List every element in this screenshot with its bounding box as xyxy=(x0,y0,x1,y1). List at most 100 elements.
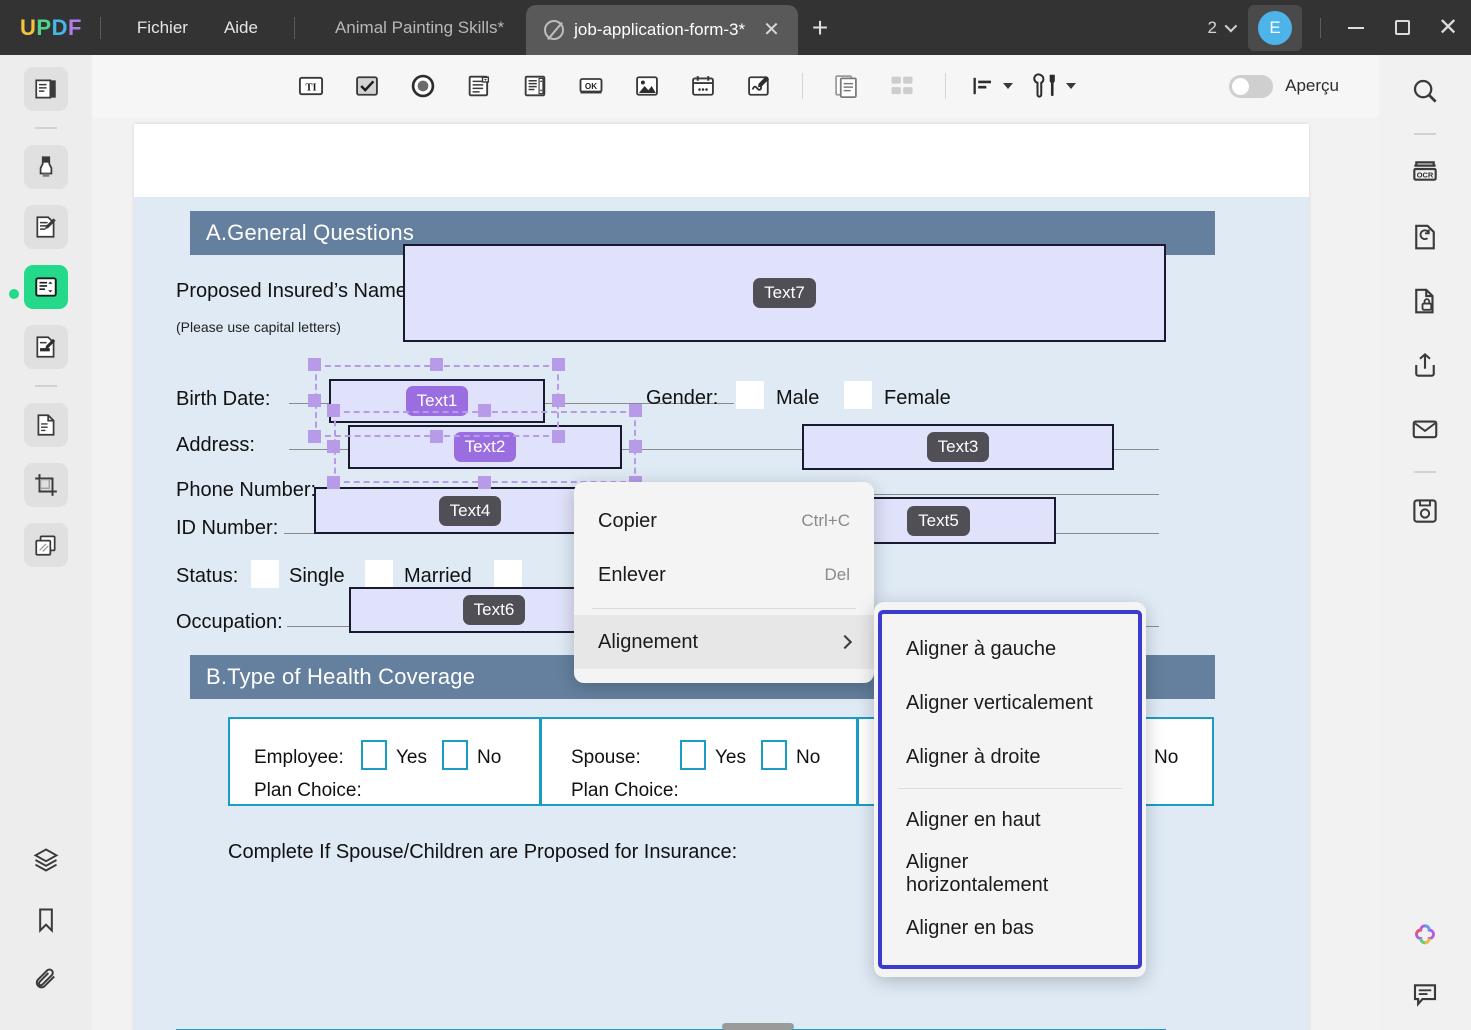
svg-text:TI: TI xyxy=(305,83,316,94)
close-icon[interactable]: ✕ xyxy=(763,20,780,40)
tab-label: job-application-form-3* xyxy=(574,20,746,39)
checkbox-single[interactable] xyxy=(251,560,279,588)
submenu-item-align-horizontal[interactable]: Aligner horizontalement xyxy=(882,847,1138,901)
resize-handle-e[interactable] xyxy=(629,440,642,453)
submenu-item-align-right[interactable]: Aligner à droite xyxy=(882,730,1138,784)
app-logo: UPDF xyxy=(20,14,82,40)
tab-animal-painting-skills[interactable]: Animal Painting Skills* xyxy=(313,0,526,55)
checkbox-spouse-no[interactable] xyxy=(761,740,787,770)
resize-handle-w[interactable] xyxy=(308,394,321,407)
minimize-button[interactable] xyxy=(1333,0,1379,55)
close-window-button[interactable]: ✕ xyxy=(1425,0,1471,55)
context-menu-item-enlever[interactable]: Enlever Del xyxy=(574,548,874,602)
combo-box-field-tool[interactable] xyxy=(460,68,498,104)
resize-handle-n[interactable] xyxy=(430,358,443,371)
checkbox-female[interactable] xyxy=(844,381,872,409)
image-field-tool[interactable] xyxy=(628,68,666,104)
sidebar-item-organize-pages[interactable] xyxy=(24,523,68,567)
ocr-tool-button[interactable]: OCR xyxy=(1403,151,1447,195)
resize-handle-se[interactable] xyxy=(552,430,565,443)
convert-tool-button[interactable] xyxy=(1403,215,1447,259)
chevron-right-icon xyxy=(837,634,853,650)
push-button-field-tool[interactable]: OK xyxy=(572,68,610,104)
sidebar-item-edit-pdf[interactable] xyxy=(24,205,68,249)
form-field-Text7[interactable]: Text7 xyxy=(403,244,1166,342)
checkbox-status-other[interactable] xyxy=(494,560,522,588)
search-panel-button[interactable] xyxy=(1403,69,1447,113)
signature-field-tool[interactable] xyxy=(740,68,778,104)
resize-handle-w[interactable] xyxy=(327,440,340,453)
form-tools-dropdown-button[interactable] xyxy=(1031,71,1076,101)
envelope-icon xyxy=(1412,420,1438,439)
resize-handle-ne[interactable] xyxy=(552,358,565,371)
field-layout-button[interactable] xyxy=(883,68,921,104)
label-female: Female xyxy=(884,387,951,409)
sidebar-item-crop[interactable] xyxy=(24,463,68,507)
avatar[interactable]: E xyxy=(1248,4,1302,51)
new-tab-button[interactable]: + xyxy=(798,12,842,44)
resize-handle-s[interactable] xyxy=(430,430,443,443)
bookmarks-panel-button[interactable] xyxy=(24,898,68,942)
context-menu-label: Enlever xyxy=(598,563,666,586)
checkbox-employee-yes[interactable] xyxy=(361,740,387,770)
list-box-field-tool[interactable] xyxy=(516,68,554,104)
alignment-submenu: Aligner à gauche Aligner verticalement A… xyxy=(874,602,1146,977)
resize-handle-ne[interactable] xyxy=(629,404,642,417)
protect-tool-button[interactable] xyxy=(1403,279,1447,323)
document-pencil-icon xyxy=(36,216,56,238)
signature-icon xyxy=(748,76,770,96)
ai-assistant-button[interactable] xyxy=(1408,918,1442,957)
context-menu-item-copier[interactable]: Copier Ctrl+C xyxy=(574,494,874,548)
preview-label: Aperçu xyxy=(1285,76,1339,95)
comments-panel-button[interactable] xyxy=(1410,979,1440,1014)
align-dropdown-button[interactable] xyxy=(970,72,1013,100)
date-field-tool[interactable] xyxy=(684,68,722,104)
form-field-Text3[interactable]: Text3 xyxy=(802,424,1114,470)
save-as-tool-button[interactable] xyxy=(1403,489,1447,533)
horizontal-scrollbar[interactable] xyxy=(722,1023,794,1030)
radio-button-field-tool[interactable] xyxy=(404,68,442,104)
checkbox-field-tool[interactable] xyxy=(348,68,386,104)
menu-aide[interactable]: Aide xyxy=(206,12,276,44)
resize-handle-n[interactable] xyxy=(478,404,491,417)
bookmark-icon xyxy=(39,908,53,933)
sidebar-item-fill-sign[interactable] xyxy=(24,325,68,369)
submenu-item-align-bottom[interactable]: Aligner en bas xyxy=(882,901,1138,955)
resize-handle-nw[interactable] xyxy=(308,358,321,371)
highlighter-icon xyxy=(39,156,53,177)
resize-handle-nw[interactable] xyxy=(327,404,340,417)
tab-job-application-form-3[interactable]: job-application-form-3* ✕ xyxy=(526,5,798,55)
resize-handle-sw[interactable] xyxy=(327,476,340,489)
email-tool-button[interactable] xyxy=(1403,407,1447,451)
layers-panel-button[interactable] xyxy=(24,838,68,882)
share-tool-button[interactable] xyxy=(1403,343,1447,387)
submenu-item-align-left[interactable]: Aligner à gauche xyxy=(882,622,1138,676)
sidebar-item-convert[interactable] xyxy=(24,403,68,447)
selection-box-text2 xyxy=(334,411,636,483)
checkbox-married[interactable] xyxy=(365,560,393,588)
checkbox-employee-no[interactable] xyxy=(442,740,468,770)
sidebar-item-annotate[interactable] xyxy=(24,145,68,189)
sidebar-item-reader[interactable] xyxy=(24,67,68,111)
checkbox-spouse-yes[interactable] xyxy=(680,740,706,770)
minimize-icon xyxy=(1348,26,1364,29)
checkbox-male[interactable] xyxy=(736,381,764,409)
account-count[interactable]: 2 xyxy=(1200,18,1242,38)
resize-handle-sw[interactable] xyxy=(308,430,321,443)
radio-button-icon xyxy=(411,74,435,98)
submenu-item-align-top[interactable]: Aligner en haut xyxy=(882,793,1138,847)
duplicate-field-button[interactable] xyxy=(827,68,865,104)
resize-handle-e[interactable] xyxy=(552,394,565,407)
attachments-panel-button[interactable] xyxy=(24,958,68,1002)
text-field-tool[interactable]: TI xyxy=(292,68,330,104)
label-employee-plan-choice: Plan Choice: xyxy=(254,780,362,801)
context-menu-item-alignement[interactable]: Alignement xyxy=(574,615,874,669)
submenu-item-align-vertical[interactable]: Aligner verticalement xyxy=(882,676,1138,730)
ok-button-icon: OK xyxy=(579,78,603,94)
sidebar-item-prepare-form[interactable] xyxy=(24,265,68,309)
maximize-button[interactable] xyxy=(1379,0,1425,55)
divider xyxy=(1414,133,1436,135)
resize-handle-s[interactable] xyxy=(478,476,491,489)
preview-toggle[interactable] xyxy=(1229,74,1274,98)
menu-fichier[interactable]: Fichier xyxy=(119,12,206,44)
